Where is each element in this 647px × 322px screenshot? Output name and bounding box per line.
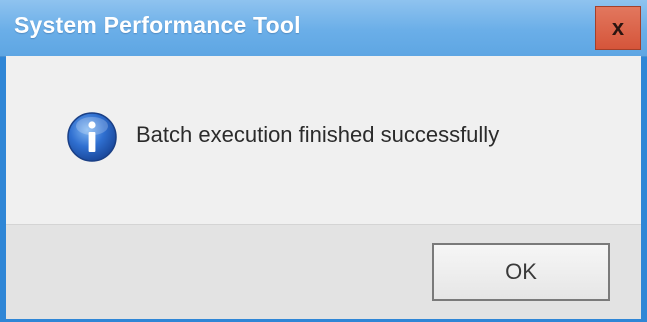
dialog-content: Batch execution finished successfully: [6, 56, 641, 224]
close-button[interactable]: x: [595, 6, 641, 50]
close-icon: x: [611, 15, 625, 40]
dialog-message: Batch execution finished successfully: [136, 122, 500, 147]
dialog-window: System Performance Tool x Batch executio…: [0, 0, 647, 322]
title-bar[interactable]: System Performance Tool x: [0, 0, 647, 57]
info-icon: [67, 112, 117, 162]
ok-button[interactable]: OK: [432, 243, 610, 301]
window-title: System Performance Tool: [14, 12, 301, 38]
ok-button-label: OK: [505, 259, 537, 284]
dialog-footer: OK: [6, 224, 641, 319]
